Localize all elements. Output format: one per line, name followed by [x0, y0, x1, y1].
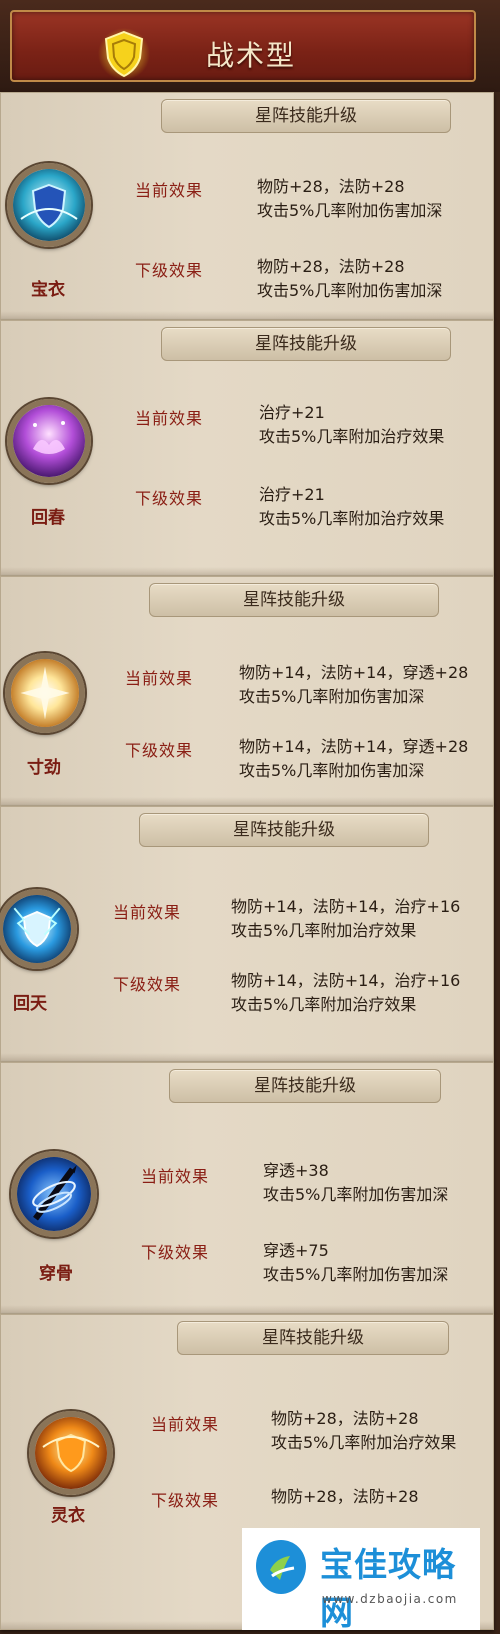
skill-name: 回春	[31, 508, 65, 528]
lightning-shield-icon[interactable]	[0, 889, 77, 969]
current-effect-text: 物防+28，法防+28 攻击5%几率附加伤害加深	[257, 177, 443, 220]
current-effect-label: 当前效果	[151, 1415, 220, 1434]
upgrade-banner: 星阵技能升级	[161, 327, 451, 361]
orange-shield-icon[interactable]	[29, 1411, 113, 1495]
skill-panel-huitian: 星阵技能升级 回天 当前效果 物防+14，法防+14，治疗+16 攻击5%几率附加…	[0, 806, 494, 1062]
next-effect-label: 下级效果	[135, 261, 204, 280]
current-effect-label: 当前效果	[135, 409, 204, 428]
category-tab-tactical[interactable]: 战术型	[10, 10, 476, 82]
upgrade-banner: 星阵技能升级	[149, 583, 439, 617]
skill-name: 宝衣	[31, 280, 65, 300]
skill-panel-huichun: 星阵技能升级 回春 当前效果 治疗+21 攻击5%几率附加治疗效果 下级效果 治疗…	[0, 320, 494, 576]
current-effect-text: 穿透+38 攻击5%几率附加伤害加深	[263, 1161, 449, 1204]
next-effect-text: 治疗+21 攻击5%几率附加治疗效果	[259, 485, 445, 528]
skill-panel-chuangu: 星阵技能升级 穿骨 当前效果 穿透+38 攻击5%几率附加伤害加深 下级效果 穿透…	[0, 1062, 494, 1314]
current-effect-label: 当前效果	[141, 1167, 210, 1186]
golden-burst-icon[interactable]	[5, 653, 85, 733]
current-effect-text: 物防+14，法防+14，穿透+28 攻击5%几率附加伤害加深	[239, 663, 469, 706]
next-effect-text: 物防+28，法防+28 攻击5%几率附加伤害加深	[257, 257, 443, 300]
current-effect-label: 当前效果	[135, 181, 204, 200]
next-effect-label: 下级效果	[141, 1243, 210, 1262]
next-effect-label: 下级效果	[125, 741, 194, 760]
page-title: 战术型	[206, 39, 297, 72]
current-effect-label: 当前效果	[113, 903, 182, 922]
upgrade-banner: 星阵技能升级	[161, 99, 451, 133]
next-effect-text: 物防+28，法防+28	[271, 1487, 419, 1506]
current-effect-text: 物防+14，法防+14，治疗+16 攻击5%几率附加治疗效果	[231, 897, 461, 940]
next-effect-text: 穿透+75 攻击5%几率附加伤害加深	[263, 1241, 449, 1284]
header: 战术型	[0, 0, 500, 92]
skill-name: 灵衣	[51, 1506, 85, 1526]
piercing-spear-icon[interactable]	[11, 1151, 97, 1237]
skill-name: 回天	[13, 994, 47, 1014]
upgrade-banner: 星阵技能升级	[139, 813, 429, 847]
next-effect-label: 下级效果	[113, 975, 182, 994]
next-effect-label: 下级效果	[135, 489, 204, 508]
skill-panel-cunjin: 星阵技能升级 寸劲 当前效果 物防+14，法防+14，穿透+28 攻击5%几率附加…	[0, 576, 494, 806]
next-effect-text: 物防+14，法防+14，治疗+16 攻击5%几率附加治疗效果	[231, 971, 461, 1014]
upgrade-banner: 星阵技能升级	[169, 1069, 441, 1103]
watermark-url: www.dzbaojia.com	[322, 1592, 458, 1606]
current-effect-text: 物防+28，法防+28 攻击5%几率附加治疗效果	[271, 1409, 457, 1452]
next-effect-label: 下级效果	[151, 1491, 220, 1510]
watermark-logo-icon	[256, 1540, 306, 1594]
current-effect-text: 治疗+21 攻击5%几率附加治疗效果	[259, 403, 445, 446]
purple-lotus-icon[interactable]	[7, 399, 91, 483]
blue-shield-icon[interactable]	[7, 163, 91, 247]
skill-panel-baoyi: 星阵技能升级 宝衣 当前效果 物防+28，法防+28 攻击5%几率附加伤害加深 下…	[0, 92, 494, 320]
upgrade-banner: 星阵技能升级	[177, 1321, 449, 1355]
next-effect-text: 物防+14，法防+14，穿透+28 攻击5%几率附加伤害加深	[239, 737, 469, 780]
skill-name: 寸劲	[27, 758, 61, 778]
current-effect-label: 当前效果	[125, 669, 194, 688]
skill-name: 穿骨	[39, 1264, 73, 1284]
watermark: 宝佳攻略网 www.dzbaojia.com	[242, 1528, 480, 1632]
watermark-brand: 宝佳攻略网	[320, 1545, 456, 1632]
shield-icon	[98, 28, 150, 80]
